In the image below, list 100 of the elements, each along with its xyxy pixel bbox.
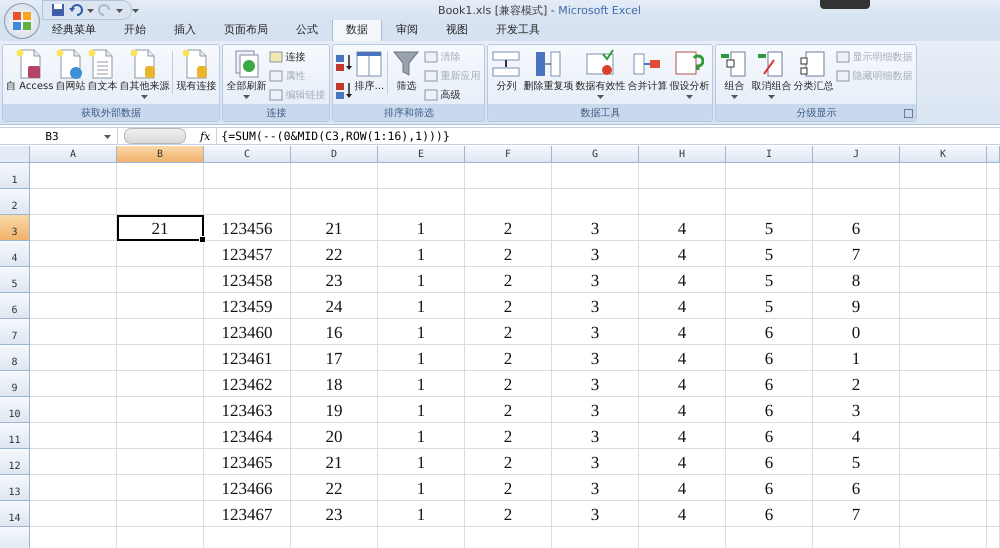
- row-header[interactable]: 11: [0, 423, 30, 449]
- table-cell: 3: [552, 371, 639, 397]
- ribbon-small-button[interactable]: 高级: [422, 86, 482, 104]
- ribbon-button[interactable]: 自其他来源: [118, 47, 170, 100]
- ribbon-button[interactable]: 自文本: [86, 47, 118, 95]
- ribbon-tab[interactable]: 页面布局: [210, 18, 282, 41]
- column-header[interactable]: B: [117, 146, 204, 163]
- column-header[interactable]: G: [552, 146, 639, 163]
- row-header[interactable]: 13: [0, 475, 30, 501]
- ribbon-tab[interactable]: 数据: [332, 18, 382, 41]
- table-cell: 6: [726, 423, 813, 449]
- ribbon-button[interactable]: 排序...: [353, 47, 386, 95]
- caret-icon: [132, 8, 139, 12]
- table-cell: [987, 319, 1000, 345]
- row-header[interactable]: 1: [0, 163, 30, 189]
- table-cell: 0: [813, 319, 900, 345]
- table-cell: 22: [291, 241, 378, 267]
- office-logo[interactable]: [4, 3, 40, 39]
- table-cell: 3: [552, 267, 639, 293]
- ribbon-button[interactable]: 筛选: [390, 47, 422, 95]
- table-cell: 1: [378, 397, 465, 423]
- ribbon-tab[interactable]: 公式: [282, 18, 332, 41]
- table-cell: 4: [639, 345, 726, 371]
- table-cell: 18: [291, 371, 378, 397]
- formula-field[interactable]: {=SUM(--(0&MID(C3,ROW(1:16),1)))}: [216, 128, 1000, 144]
- insert-function-button[interactable]: fx: [200, 130, 210, 142]
- table-cell: 3: [813, 397, 900, 423]
- table-cell: 1: [378, 501, 465, 527]
- column-header[interactable]: K: [900, 146, 987, 163]
- column-header[interactable]: H: [639, 146, 726, 163]
- table-cell: 1: [378, 241, 465, 267]
- table-cell: [987, 397, 1000, 423]
- row-header[interactable]: 5: [0, 267, 30, 293]
- save-icon[interactable]: [51, 3, 65, 17]
- table-cell: 5: [726, 293, 813, 319]
- table-cell: 4: [639, 241, 726, 267]
- column-header[interactable]: C: [204, 146, 291, 163]
- row-header[interactable]: 7: [0, 319, 30, 345]
- ribbon-tab[interactable]: 视图: [432, 18, 482, 41]
- row-header[interactable]: 6: [0, 293, 30, 319]
- dialog-launcher-icon[interactable]: [904, 109, 914, 118]
- ribbon-tab[interactable]: 开发工具: [482, 18, 554, 41]
- row-header[interactable]: 8: [0, 345, 30, 371]
- group-title: 数据工具: [580, 106, 620, 120]
- group-title: 连接: [266, 106, 286, 120]
- row-header[interactable]: 4: [0, 241, 30, 267]
- row-header[interactable]: 2: [0, 189, 30, 215]
- ribbon-tab[interactable]: 经典菜单: [38, 18, 110, 41]
- ribbon-button[interactable]: 数据有效性: [574, 47, 626, 100]
- ribbon-button[interactable]: 删除重复项: [522, 47, 574, 95]
- table-cell: 1: [378, 449, 465, 475]
- undo-icon[interactable]: [69, 3, 83, 17]
- ribbon-button[interactable]: 现有连接: [175, 47, 218, 95]
- column-header[interactable]: I: [726, 146, 813, 163]
- ribbon-button[interactable]: 全部刷新: [225, 47, 268, 100]
- ribbon-button[interactable]: 假设分析: [668, 47, 710, 100]
- fill-handle[interactable]: [199, 236, 206, 243]
- column-header[interactable]: A: [30, 146, 117, 163]
- group-title: 排序和筛选: [384, 106, 434, 120]
- column-header[interactable]: [987, 146, 1000, 163]
- row-header[interactable]: 12: [0, 449, 30, 475]
- column-header[interactable]: D: [291, 146, 378, 163]
- ribbon-button[interactable]: 合并计算: [626, 47, 668, 95]
- table-cell: 21: [291, 215, 378, 241]
- ribbon-button[interactable]: 自网站: [54, 47, 86, 95]
- table-cell: 4: [639, 319, 726, 345]
- window-title: Book1.xls [兼容模式] - Microsoft Excel: [438, 2, 641, 18]
- column-header[interactable]: J: [813, 146, 900, 163]
- row-header[interactable]: 3: [0, 215, 30, 241]
- row-header[interactable]: [0, 527, 30, 548]
- ribbon-button[interactable]: 组合: [718, 47, 750, 100]
- table-cell: 7: [813, 241, 900, 267]
- name-box[interactable]: B3: [0, 128, 118, 144]
- table-cell: 3: [552, 215, 639, 241]
- ribbon-button[interactable]: 自 Access: [5, 47, 54, 95]
- ribbon-tab[interactable]: 开始: [110, 18, 160, 41]
- table-cell: [987, 449, 1000, 475]
- sort-icon[interactable]: [335, 81, 354, 101]
- table-cell: [987, 501, 1000, 527]
- table-cell: [987, 475, 1000, 501]
- ribbon-button[interactable]: 分列: [490, 47, 522, 95]
- table-cell: 1: [813, 345, 900, 371]
- ribbon-small-button[interactable]: 连接: [267, 48, 328, 66]
- table-cell: 4: [639, 475, 726, 501]
- resize-handle[interactable]: [124, 128, 186, 144]
- row-header[interactable]: 9: [0, 371, 30, 397]
- column-header[interactable]: E: [378, 146, 465, 163]
- ribbon-button[interactable]: 分类汇总: [792, 47, 834, 95]
- table-cell: 123467: [204, 501, 291, 527]
- ribbon-tab[interactable]: 插入: [160, 18, 210, 41]
- row-header[interactable]: 14: [0, 501, 30, 527]
- ribbon-button[interactable]: 取消组合: [750, 47, 792, 100]
- row-header[interactable]: 10: [0, 397, 30, 423]
- column-header[interactable]: F: [465, 146, 552, 163]
- table-cell: 2: [465, 501, 552, 527]
- table-cell: [987, 215, 1000, 241]
- table-cell: 5: [726, 267, 813, 293]
- ribbon-tab[interactable]: 审阅: [382, 18, 432, 41]
- table-cell: 3: [552, 397, 639, 423]
- sort-icon[interactable]: [335, 53, 354, 73]
